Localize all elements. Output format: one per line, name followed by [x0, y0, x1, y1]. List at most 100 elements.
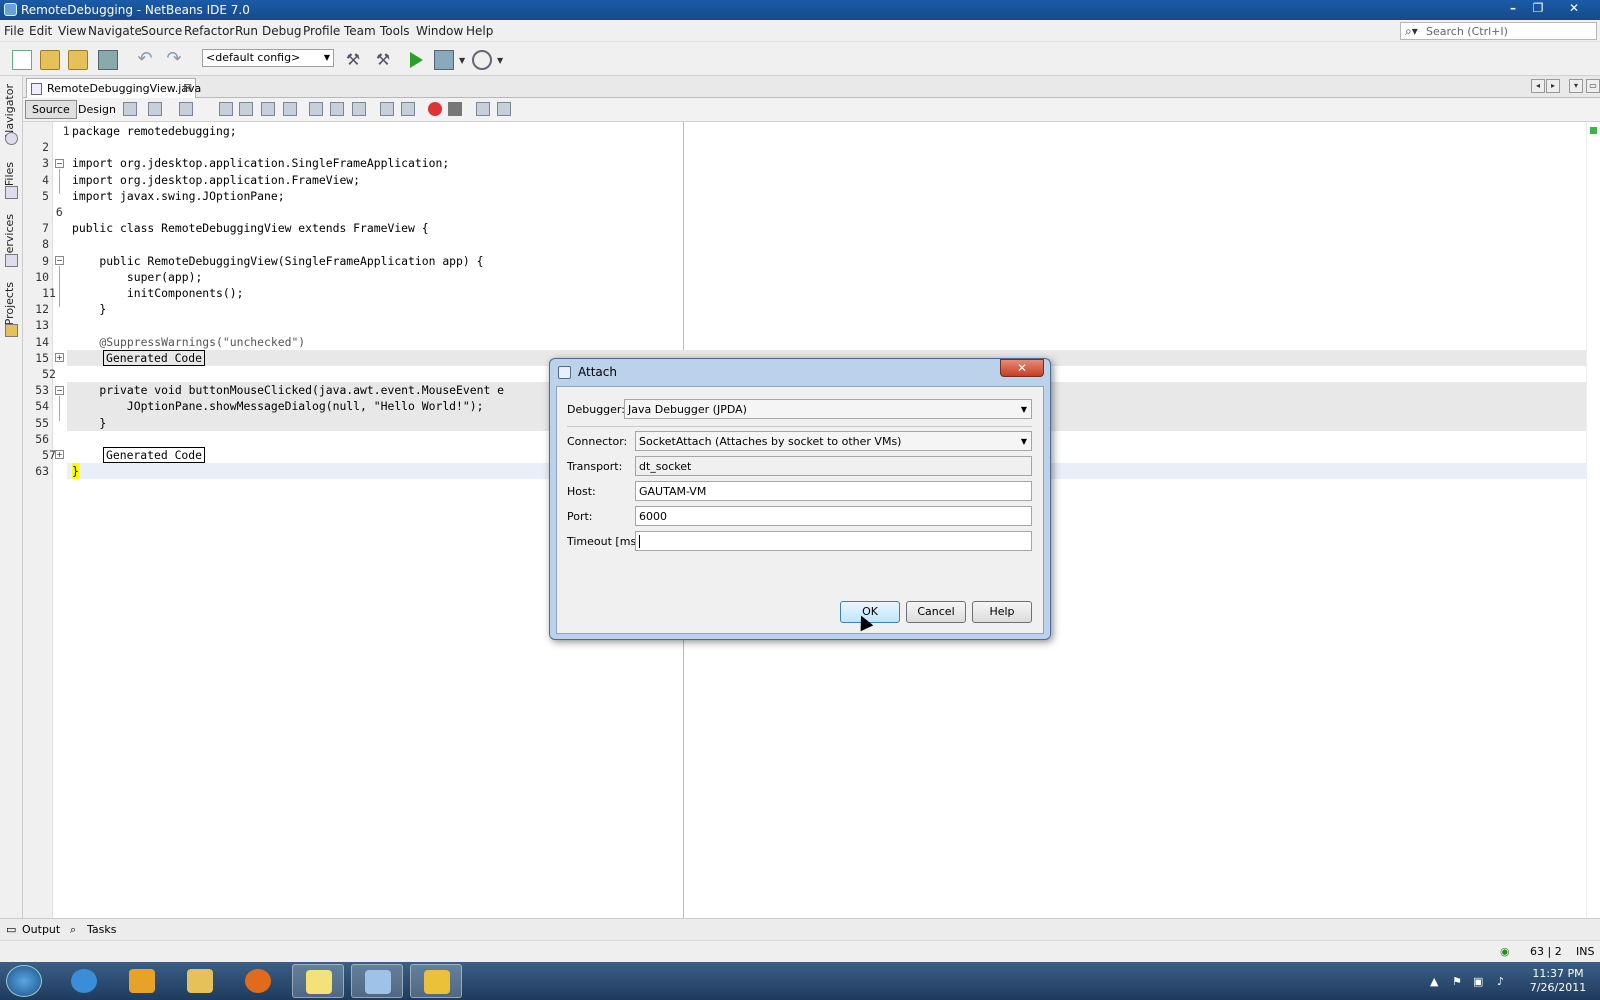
- menu-profile[interactable]: Profile: [303, 24, 340, 38]
- cancel-button[interactable]: Cancel: [906, 601, 966, 623]
- timeout-field[interactable]: [635, 531, 1032, 551]
- design-view-button[interactable]: Design: [71, 100, 123, 119]
- transport-field[interactable]: dt_socket: [635, 456, 1032, 476]
- start-button[interactable]: [6, 965, 42, 997]
- forward-icon[interactable]: [179, 102, 193, 116]
- code-line-annotation: @SuppressWarnings("unchecked"): [72, 334, 306, 349]
- menu-edit[interactable]: Edit: [29, 24, 52, 38]
- close-window-button[interactable]: ✕: [1560, 0, 1588, 18]
- build-icon[interactable]: ⚒: [343, 50, 363, 70]
- internet-explorer-taskbar-button[interactable]: [58, 964, 110, 998]
- search-input[interactable]: ⌕▾ Search (Ctrl+I): [1400, 22, 1597, 40]
- menu-window[interactable]: Window: [416, 24, 463, 38]
- source-view-button[interactable]: Source: [25, 100, 77, 119]
- dialog-separator: [567, 426, 1032, 427]
- code-line: public RemoteDebuggingView(SingleFrameAp…: [72, 253, 484, 268]
- generated-code-label[interactable]: Generated Code: [103, 349, 206, 366]
- menu-source[interactable]: Source: [141, 24, 182, 38]
- show-hidden-icons[interactable]: ▲: [1430, 975, 1438, 988]
- generated-code-label[interactable]: Generated Code: [103, 447, 206, 463]
- connector-select[interactable]: SocketAttach (Attaches by socket to othe…: [635, 431, 1032, 451]
- toggle-bookmark-icon[interactable]: [352, 102, 366, 116]
- last-edit-icon[interactable]: [123, 102, 137, 116]
- debugger-select[interactable]: Java Debugger (JPDA) ▼: [624, 399, 1032, 419]
- find-next-icon[interactable]: [261, 102, 275, 116]
- menu-tools[interactable]: Tools: [380, 24, 410, 38]
- back-icon[interactable]: [148, 102, 162, 116]
- netbeans-taskbar-button[interactable]: [351, 964, 403, 998]
- host-field[interactable]: GAUTAM-VM: [635, 481, 1032, 501]
- redo-icon[interactable]: ↷: [164, 50, 184, 70]
- tab-list-icon[interactable]: ▾: [1569, 79, 1583, 93]
- menu-team[interactable]: Team: [344, 24, 376, 38]
- toggle-highlight-icon[interactable]: [283, 102, 297, 116]
- network-icon[interactable]: ▣: [1473, 975, 1483, 988]
- dialog-close-button[interactable]: ✕: [1000, 359, 1044, 377]
- next-bookmark-icon[interactable]: [330, 102, 344, 116]
- close-tab-icon[interactable]: ⊠: [183, 81, 192, 94]
- dialog-app-icon: [558, 366, 571, 379]
- new-file-icon[interactable]: [12, 50, 32, 70]
- help-button[interactable]: Help: [972, 601, 1032, 623]
- fold-collapse-icon[interactable]: −: [55, 159, 64, 168]
- restore-button[interactable]: ❐: [1527, 0, 1549, 18]
- start-macro-icon[interactable]: [428, 102, 442, 116]
- previous-bookmark-icon[interactable]: [309, 102, 323, 116]
- tasks-tab[interactable]: Tasks: [87, 923, 116, 936]
- find-icon[interactable]: [219, 102, 233, 116]
- new-project-icon[interactable]: [40, 50, 60, 70]
- menu-run[interactable]: Run: [235, 24, 258, 38]
- uncomment-icon[interactable]: [497, 102, 511, 116]
- config-select[interactable]: <default config> ▼: [202, 49, 334, 67]
- fold-collapse-icon[interactable]: −: [55, 386, 64, 395]
- taskbar-clock[interactable]: 11:37 PM 7/26/2011: [1518, 967, 1598, 995]
- notification-icon[interactable]: ◉: [1500, 945, 1510, 958]
- fold-expand-icon[interactable]: +: [55, 353, 64, 362]
- menu-refactor[interactable]: Refactor: [184, 24, 234, 38]
- line-number: 14: [35, 334, 49, 349]
- clean-build-icon[interactable]: ⚒: [373, 50, 393, 70]
- file-explorer-taskbar-button[interactable]: [174, 964, 226, 998]
- output-tab[interactable]: Output: [22, 923, 60, 936]
- code-line: super(app);: [72, 269, 203, 284]
- profile-dropdown-icon[interactable]: ▼: [497, 56, 503, 65]
- stop-macro-icon[interactable]: [448, 102, 462, 116]
- menu-file[interactable]: File: [4, 24, 24, 38]
- window-title: RemoteDebugging - NetBeans IDE 7.0: [21, 3, 250, 17]
- menu-navigate[interactable]: Navigate: [88, 24, 142, 38]
- shift-right-icon[interactable]: [401, 102, 415, 116]
- dialog-titlebar[interactable]: Attach ✕: [550, 359, 1050, 385]
- debug-dropdown-icon[interactable]: ▼: [459, 56, 465, 65]
- sticky-notes-taskbar-button[interactable]: [292, 964, 344, 998]
- run-icon[interactable]: [410, 52, 423, 68]
- projects-icon: [5, 324, 18, 337]
- find-previous-icon[interactable]: [239, 102, 253, 116]
- profile-icon[interactable]: [472, 50, 492, 70]
- file-tab[interactable]: RemoteDebuggingView.java ⊠: [26, 78, 201, 98]
- comment-icon[interactable]: [476, 102, 490, 116]
- shift-left-icon[interactable]: [380, 102, 394, 116]
- fold-expand-icon[interactable]: +: [55, 450, 64, 459]
- maximize-editor-icon[interactable]: ▭: [1586, 79, 1600, 93]
- media-player-taskbar-button[interactable]: [116, 964, 168, 998]
- scroll-tabs-right-icon[interactable]: ▸: [1546, 79, 1560, 93]
- action-center-flag-icon[interactable]: ⚑: [1452, 975, 1462, 988]
- open-project-icon[interactable]: [68, 50, 88, 70]
- host-value: GAUTAM-VM: [639, 485, 707, 498]
- menu-help[interactable]: Help: [466, 24, 493, 38]
- save-all-icon[interactable]: [98, 50, 118, 70]
- files-tab[interactable]: Files: [3, 162, 16, 186]
- port-field[interactable]: 6000: [635, 506, 1032, 526]
- menu-debug[interactable]: Debug: [262, 24, 301, 38]
- fold-collapse-icon[interactable]: −: [55, 256, 64, 265]
- minimize-button[interactable]: –: [1502, 0, 1524, 18]
- volume-icon[interactable]: ♪: [1497, 975, 1504, 988]
- scroll-tabs-left-icon[interactable]: ◂: [1531, 79, 1545, 93]
- menu-view[interactable]: View: [58, 24, 86, 38]
- undo-icon[interactable]: ↶: [135, 50, 155, 70]
- navigator-tab[interactable]: Navigator: [3, 84, 16, 138]
- firefox-taskbar-button[interactable]: [232, 964, 284, 998]
- projects-tab[interactable]: Projects: [3, 282, 16, 325]
- debug-icon[interactable]: [434, 50, 454, 70]
- app-grid-taskbar-button[interactable]: [410, 964, 462, 998]
